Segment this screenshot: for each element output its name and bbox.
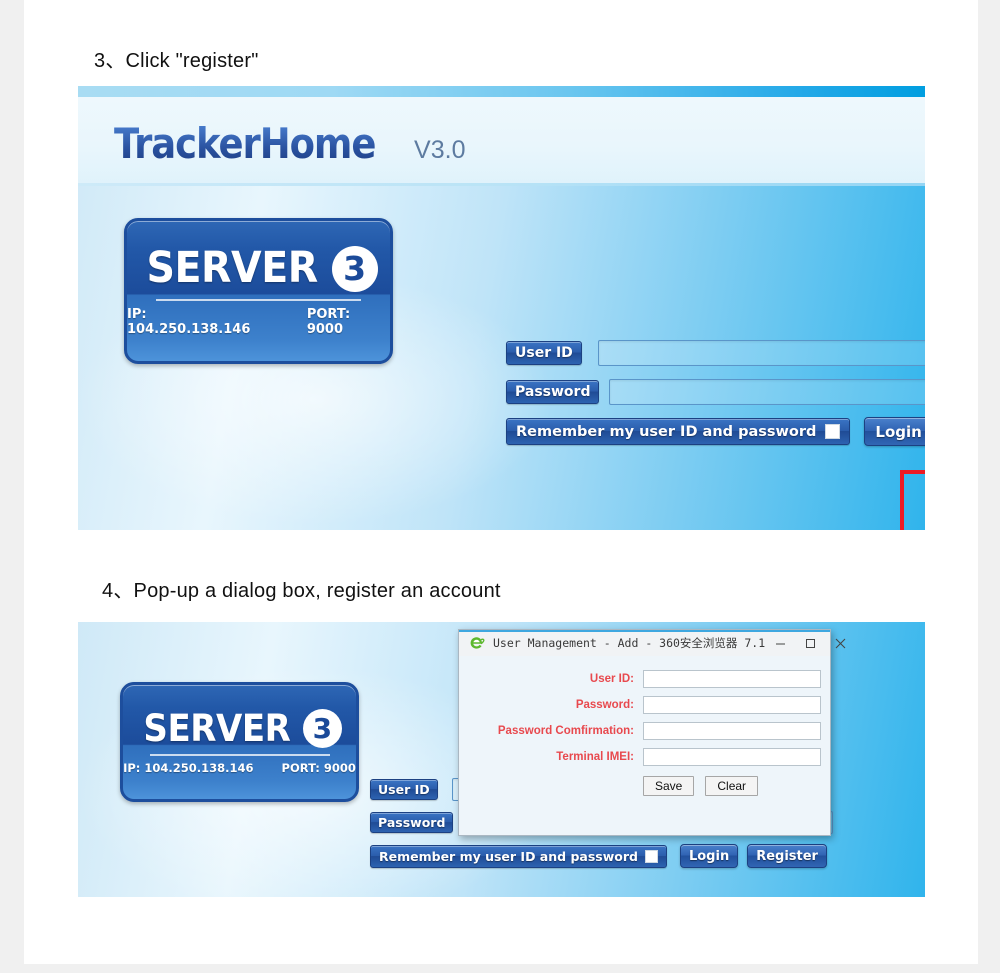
remember-me-label-2: Remember my user ID and password bbox=[379, 848, 638, 864]
dialog-user-id-label: User ID: bbox=[589, 673, 634, 685]
server-logo-badge-2: SERVER 3 IP: 104.250.138.146 PORT: 9000 bbox=[120, 682, 359, 802]
login-actions-row: Remember my user ID and password Login R… bbox=[506, 417, 925, 446]
dialog-button-row: Save Clear bbox=[643, 776, 759, 796]
step-3-heading: 3、Click "register" bbox=[94, 44, 259, 73]
server-logo-title-2: SERVER 3 bbox=[137, 709, 342, 748]
app-brand-bar: TrackerHome V3.0 bbox=[78, 97, 925, 186]
user-management-add-dialog: User Management - Add - 360安全浏览器 7.1 Use… bbox=[458, 629, 846, 836]
register-button-2[interactable]: Register bbox=[747, 844, 827, 868]
document-page: 3、Click "register" TrackerHome V3.0 SERV… bbox=[24, 0, 978, 964]
server-ip: IP: 104.250.138.146 bbox=[127, 306, 251, 337]
login-actions-row-2: Remember my user ID and password Login R… bbox=[370, 844, 827, 868]
dialog-title-text: User Management - Add - 360安全浏览器 7.1 bbox=[493, 636, 766, 650]
server-number-badge-2: 3 bbox=[302, 709, 342, 748]
brand-logo: TrackerHome V3.0 bbox=[114, 123, 465, 165]
server-port: PORT: 9000 bbox=[306, 306, 351, 337]
dialog-title-bar[interactable]: User Management - Add - 360安全浏览器 7.1 bbox=[459, 630, 846, 657]
dialog-content: User ID: Password: Password Comfirmation… bbox=[459, 656, 830, 835]
remember-me-label: Remember my user ID and password bbox=[516, 423, 817, 440]
save-button[interactable]: Save bbox=[643, 776, 695, 796]
remember-me-checkbox-2[interactable] bbox=[644, 849, 658, 863]
server-word-2: SERVER bbox=[143, 707, 291, 750]
dialog-password-label: Password: bbox=[575, 699, 634, 711]
close-icon[interactable] bbox=[825, 630, 855, 656]
login-button[interactable]: Login bbox=[864, 417, 925, 446]
green-e-browser-icon bbox=[468, 635, 485, 652]
brand-name: TrackerHome bbox=[114, 119, 376, 168]
remember-me-toggle[interactable]: Remember my user ID and password bbox=[506, 418, 851, 445]
dialog-terminal-imei-row: Terminal IMEI: bbox=[459, 748, 830, 766]
password-row: Password bbox=[506, 379, 925, 405]
remember-me-toggle-2[interactable]: Remember my user ID and password bbox=[370, 844, 667, 868]
dialog-user-id-row: User ID: bbox=[459, 670, 830, 688]
dialog-password-input[interactable] bbox=[643, 696, 821, 714]
dialog-user-id-input[interactable] bbox=[643, 670, 821, 688]
server-meta: IP: 104.250.138.146 PORT: 9000 bbox=[127, 307, 390, 337]
dialog-password-confirmation-row: Password Comfirmation: bbox=[459, 722, 830, 740]
minimize-icon[interactable] bbox=[765, 630, 795, 656]
step-4-text: Pop-up a dialog box, register an account bbox=[133, 580, 501, 602]
user-id-row: User ID bbox=[506, 340, 925, 366]
password-label-2: Password bbox=[370, 812, 454, 833]
dialog-password-confirmation-input[interactable] bbox=[643, 722, 821, 740]
remember-me-checkbox[interactable] bbox=[825, 424, 841, 439]
maximize-icon[interactable] bbox=[795, 630, 825, 656]
trackerhome-login-screenshot-1: TrackerHome V3.0 SERVER 3 IP: 104.250.13… bbox=[78, 86, 925, 530]
server-meta-2: IP: 104.250.138.146 PORT: 9000 bbox=[123, 761, 356, 775]
user-id-input[interactable] bbox=[597, 340, 925, 366]
server-number-badge: 3 bbox=[331, 245, 378, 292]
server-port-2: PORT: 9000 bbox=[281, 761, 356, 775]
server-logo-title: SERVER 3 bbox=[139, 243, 378, 293]
app-top-accent-bar bbox=[78, 86, 925, 97]
step-3-text: Click "register" bbox=[125, 50, 259, 72]
dialog-password-row: Password: bbox=[459, 696, 830, 714]
server-word: SERVER bbox=[146, 243, 319, 293]
dialog-terminal-imei-label: Terminal IMEI: bbox=[556, 751, 634, 763]
step-3-number: 3、 bbox=[94, 50, 126, 72]
user-id-label: User ID bbox=[506, 341, 582, 365]
clear-button[interactable]: Clear bbox=[705, 776, 759, 796]
dialog-password-confirmation-label: Password Comfirmation: bbox=[497, 725, 634, 737]
server-divider-2 bbox=[149, 754, 330, 756]
server-ip-2: IP: 104.250.138.146 bbox=[123, 761, 254, 775]
login-button-2[interactable]: Login bbox=[679, 844, 739, 868]
brand-version: V3.0 bbox=[414, 136, 466, 164]
user-id-label-2: User ID bbox=[370, 779, 438, 800]
dialog-terminal-imei-input[interactable] bbox=[643, 748, 821, 766]
password-label: Password bbox=[506, 380, 600, 404]
step-4-heading: 4、Pop-up a dialog box, register an accou… bbox=[102, 574, 501, 603]
dialog-window-controls bbox=[765, 630, 855, 656]
server-divider bbox=[156, 298, 361, 301]
server-logo-badge: SERVER 3 IP: 104.250.138.146 PORT: 9000 bbox=[124, 218, 393, 364]
password-input[interactable] bbox=[609, 379, 925, 405]
step-4-number: 4、 bbox=[102, 580, 134, 602]
